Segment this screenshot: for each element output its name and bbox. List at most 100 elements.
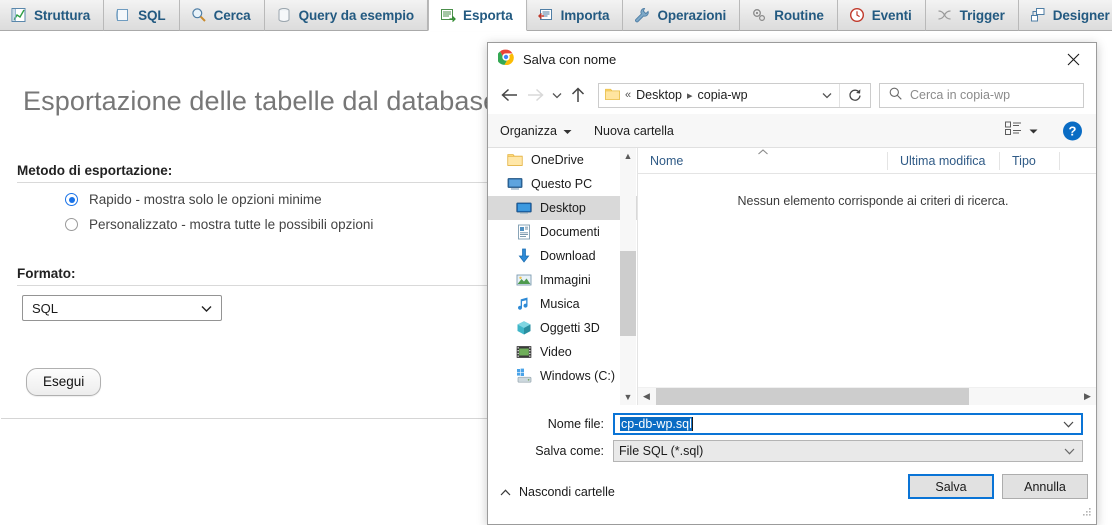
tab-label: Importa <box>561 8 610 23</box>
nav-item-onedrive[interactable]: OneDrive <box>488 148 637 172</box>
format-select[interactable]: SQL <box>22 295 222 321</box>
radio-dot-personalizzato[interactable] <box>65 218 78 231</box>
filename-input[interactable]: cp-db-wp.sql <box>613 413 1083 435</box>
column-header-nome[interactable]: Nome <box>638 152 888 170</box>
tab-trigger[interactable]: Trigger <box>926 0 1019 31</box>
sort-ascending-icon <box>757 148 768 157</box>
search-input[interactable]: Cerca in copia-wp <box>879 83 1084 108</box>
format-divider <box>17 285 495 286</box>
tab-label: Esporta <box>463 8 513 23</box>
save-button[interactable]: Salva <box>908 474 994 499</box>
nav-item-label: Documenti <box>540 225 600 239</box>
recent-locations-chevron-down-icon[interactable] <box>548 82 565 108</box>
dialog-main-area: OneDrive Questo PCDesktop Documenti Downloa… <box>488 148 1096 405</box>
nav-item-label: OneDrive <box>531 153 584 167</box>
tab-sql[interactable]: SQL <box>104 0 179 31</box>
export-content-panel: Esportazione delle tabelle dal database … <box>1 54 497 419</box>
hide-folders-button[interactable]: Nascondi cartelle <box>500 485 615 499</box>
chevron-down-icon[interactable] <box>1063 417 1074 431</box>
view-mode-button[interactable] <box>1005 121 1038 140</box>
arrow-up-icon[interactable] <box>565 82 591 108</box>
column-header-tipo[interactable]: Tipo <box>1000 152 1060 170</box>
column-header-ultima-modifica[interactable]: Ultima modifica <box>888 152 1000 170</box>
organize-button[interactable]: Organizza <box>500 124 572 138</box>
resize-grip[interactable] <box>1082 504 1092 514</box>
clock-icon <box>849 7 865 23</box>
nav-pane-scrollbar[interactable]: ▲ ▼ <box>620 148 636 405</box>
radio-option-rapido[interactable]: Rapido - mostra solo le opzioni minime <box>65 192 322 207</box>
nav-item-video[interactable]: Video <box>488 340 637 364</box>
tab-operazioni[interactable]: Operazioni <box>623 0 740 31</box>
drive-icon <box>516 368 532 384</box>
tab-label: Trigger <box>960 8 1005 23</box>
dialog-nav-bar: « Desktop ▸ copia-wp <box>488 76 1096 114</box>
tab-query-da-esempio[interactable]: Query da esempio <box>265 0 428 31</box>
trigger-icon <box>937 7 953 23</box>
tab-eventi[interactable]: Eventi <box>838 0 926 31</box>
cancel-button[interactable]: Annulla <box>1002 474 1088 499</box>
export-icon <box>440 7 456 23</box>
nav-item-windows-c-[interactable]: Windows (C:) <box>488 364 637 388</box>
refresh-icon[interactable] <box>839 84 870 107</box>
esegui-button[interactable]: Esegui <box>26 368 101 396</box>
scroll-left-icon[interactable]: ◀ <box>638 388 655 405</box>
chevron-down-icon[interactable] <box>1064 444 1075 458</box>
radio-label-personalizzato: Personalizzato - mostra tutte le possibi… <box>89 217 373 232</box>
radio-option-personalizzato[interactable]: Personalizzato - mostra tutte le possibi… <box>65 217 373 232</box>
radio-dot-rapido[interactable] <box>65 193 78 206</box>
scroll-up-icon[interactable]: ▲ <box>620 148 636 164</box>
nav-item-label: Musica <box>540 297 580 311</box>
chevron-down-icon <box>563 124 572 138</box>
scrollbar-thumb[interactable] <box>620 251 636 336</box>
filename-row: Nome file: cp-db-wp.sql <box>488 412 1096 436</box>
address-chevron-down-icon[interactable] <box>822 88 832 102</box>
file-list-horizontal-scrollbar[interactable]: ◀ ▶ <box>638 387 1096 405</box>
nav-item-questo-pc[interactable]: Questo PC <box>488 172 637 196</box>
close-icon[interactable] <box>1050 43 1096 76</box>
breadcrumb-item-copia-wp[interactable]: copia-wp <box>698 88 748 102</box>
nav-item-download[interactable]: Download <box>488 244 637 268</box>
this-pc-icon <box>507 176 523 192</box>
nav-item-documenti[interactable]: Documenti <box>488 220 637 244</box>
filename-value: cp-db-wp.sql <box>620 417 692 431</box>
tab-routine[interactable]: Routine <box>740 0 838 31</box>
nav-item-oggetti-3d[interactable]: Oggetti 3D <box>488 316 637 340</box>
tab-designer[interactable]: Designer <box>1019 0 1112 31</box>
nav-item-musica[interactable]: Musica <box>488 292 637 316</box>
nav-item-immagini[interactable]: Immagini <box>488 268 637 292</box>
tab-struttura[interactable]: Struttura <box>0 0 104 31</box>
method-divider <box>17 182 495 183</box>
nav-item-desktop[interactable]: Desktop <box>488 196 637 220</box>
help-button[interactable]: ? <box>1063 121 1082 140</box>
new-folder-label: Nuova cartella <box>594 124 674 138</box>
tab-label: Query da esempio <box>299 8 414 23</box>
pictures-icon <box>516 272 532 288</box>
file-list-pane: NomeUltima modificaTipo Nessun elemento … <box>638 148 1096 405</box>
tab-cerca[interactable]: Cerca <box>180 0 265 31</box>
objects3d-icon <box>516 320 532 336</box>
new-folder-button[interactable]: Nuova cartella <box>594 124 674 138</box>
folder-icon <box>605 87 620 103</box>
video-icon <box>516 344 532 360</box>
arrow-left-icon[interactable] <box>496 82 522 108</box>
address-bar[interactable]: « Desktop ▸ copia-wp <box>598 83 871 108</box>
scrollbar-thumb-horizontal[interactable] <box>656 388 969 405</box>
tab-importa[interactable]: Importa <box>527 0 624 31</box>
tab-esporta[interactable]: Esporta <box>428 0 527 31</box>
tab-label: Routine <box>774 8 824 23</box>
nav-item-label: Oggetti 3D <box>540 321 600 335</box>
tab-label: Operazioni <box>657 8 726 23</box>
chevron-down-icon <box>1029 122 1038 140</box>
sql-icon <box>115 7 131 23</box>
column-header-label: Tipo <box>1012 154 1036 168</box>
file-list-header: NomeUltima modifica Tipo <box>638 148 1096 174</box>
breadcrumb-item-desktop[interactable]: Desktop <box>636 88 682 102</box>
dialog-title-bar[interactable]: Salva con nome <box>488 43 1096 76</box>
chrome-logo-icon <box>498 49 514 70</box>
dialog-command-bar: Organizza Nuova cartella ? <box>488 114 1096 148</box>
search-icon <box>889 87 902 103</box>
nav-item-label: Windows (C:) <box>540 369 615 383</box>
savetype-select[interactable]: File SQL (*.sql) <box>613 440 1083 462</box>
scroll-right-icon[interactable]: ▶ <box>1079 388 1096 405</box>
scroll-down-icon[interactable]: ▼ <box>620 389 636 405</box>
